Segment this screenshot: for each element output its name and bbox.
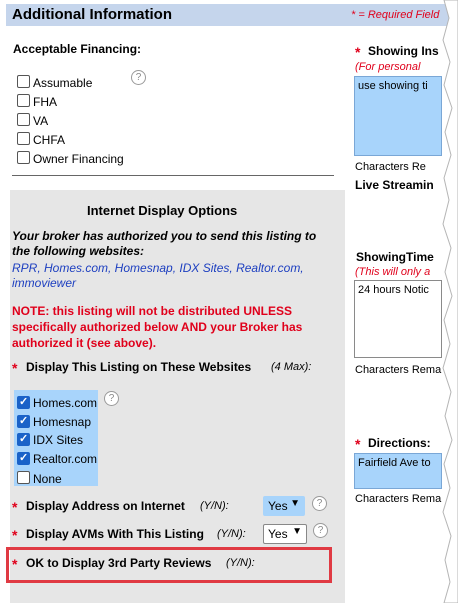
panel-title: Internet Display Options xyxy=(87,203,238,218)
chevron-down-icon: ▼ xyxy=(290,498,300,509)
torn-edge-decoration xyxy=(442,0,458,603)
help-icon[interactable]: ? xyxy=(313,523,328,538)
display-address-label: Display Address on Internet xyxy=(26,499,185,513)
site-label-homesnap: Homesnap xyxy=(33,415,92,429)
display-avm-value: Yes xyxy=(268,527,288,541)
option-label-chfa: CHFA xyxy=(33,133,66,147)
checkbox-fha[interactable] xyxy=(17,94,30,107)
checkbox-homes-com[interactable] xyxy=(17,395,30,409)
chevron-down-icon: ▼ xyxy=(292,526,302,537)
checkbox-idx-sites[interactable] xyxy=(17,432,30,446)
checkbox-va[interactable] xyxy=(17,113,30,126)
websites-label: Display This Listing on These Websites xyxy=(26,360,252,374)
note-line2: specifically authorized below AND your B… xyxy=(12,320,303,334)
required-asterisk: * xyxy=(12,527,18,543)
required-field-note: * = Required Field xyxy=(351,9,440,21)
checkbox-assumable[interactable] xyxy=(17,75,30,88)
chars-remaining-2: Characters Rema xyxy=(355,364,442,376)
help-icon[interactable]: ? xyxy=(131,70,146,85)
showing-instructions-hint: (For personal xyxy=(355,61,421,73)
site-label-homes-com: Homes.com xyxy=(33,396,98,410)
site-label-realtor-com: Realtor.com xyxy=(33,452,98,466)
chars-remaining-3: Characters Rema xyxy=(355,493,442,505)
section-title: Additional Information xyxy=(12,6,172,23)
option-label-va: VA xyxy=(33,114,49,128)
live-streaming-label: Live Streamin xyxy=(355,178,434,192)
directions-label: Directions: xyxy=(368,436,431,450)
display-address-yn: (Y/N): xyxy=(200,500,229,512)
section-header: Additional Information * = Required Fiel… xyxy=(6,4,458,26)
required-asterisk: * xyxy=(355,44,361,60)
required-asterisk: * xyxy=(12,360,18,376)
option-label-assumable: Assumable xyxy=(33,76,93,90)
option-label-fha: FHA xyxy=(33,95,57,109)
checkbox-none[interactable] xyxy=(17,471,30,484)
sites-list-line2: immoviewer xyxy=(12,276,77,290)
section-divider xyxy=(12,175,334,176)
highlight-box xyxy=(6,547,332,583)
help-icon[interactable]: ? xyxy=(104,391,119,406)
websites-max: (4 Max): xyxy=(271,361,312,373)
showing-instructions-textarea[interactable]: use showing ti xyxy=(354,76,442,156)
directions-value: Fairfield Ave to xyxy=(358,457,431,469)
note-line1: NOTE: this listing will not be distribut… xyxy=(12,304,293,318)
showingtime-label: ShowingTime xyxy=(356,250,434,264)
authorized-text-line1: Your broker has authorized you to send t… xyxy=(12,229,317,243)
showingtime-textarea[interactable]: 24 hours Notic xyxy=(354,280,442,358)
display-avm-label: Display AVMs With This Listing xyxy=(26,527,204,541)
display-address-select[interactable]: Yes ▼ xyxy=(263,496,305,516)
site-label-idx-sites: IDX Sites xyxy=(33,433,84,447)
help-icon[interactable]: ? xyxy=(312,496,327,511)
checkbox-homesnap[interactable] xyxy=(17,414,30,428)
financing-label: Acceptable Financing: xyxy=(13,42,142,56)
sites-list-line1: RPR, Homes.com, Homesnap, IDX Sites, Rea… xyxy=(12,261,304,275)
showing-instructions-label: Showing Ins xyxy=(368,44,439,58)
display-address-value: Yes xyxy=(268,499,288,513)
display-avm-yn: (Y/N): xyxy=(217,528,246,540)
authorized-text-line2: the following websites: xyxy=(12,244,145,258)
showingtime-hint: (This will only a xyxy=(355,266,431,278)
required-asterisk: * xyxy=(355,436,361,452)
required-asterisk: * xyxy=(12,499,18,515)
display-avm-select[interactable]: Yes ▼ xyxy=(263,524,307,544)
showingtime-value: 24 hours Notic xyxy=(358,284,429,296)
option-label-owner-financing: Owner Financing xyxy=(33,152,124,166)
note-line3: authorized it (see above). xyxy=(12,336,157,350)
chars-remaining-1: Characters Re xyxy=(355,161,426,173)
site-label-none: None xyxy=(33,472,62,486)
checkbox-realtor-com[interactable] xyxy=(17,451,30,465)
directions-textarea[interactable]: Fairfield Ave to xyxy=(354,453,442,489)
checkbox-chfa[interactable] xyxy=(17,132,30,145)
showing-instructions-value: use showing ti xyxy=(358,80,428,92)
checkbox-owner-financing[interactable] xyxy=(17,151,30,164)
